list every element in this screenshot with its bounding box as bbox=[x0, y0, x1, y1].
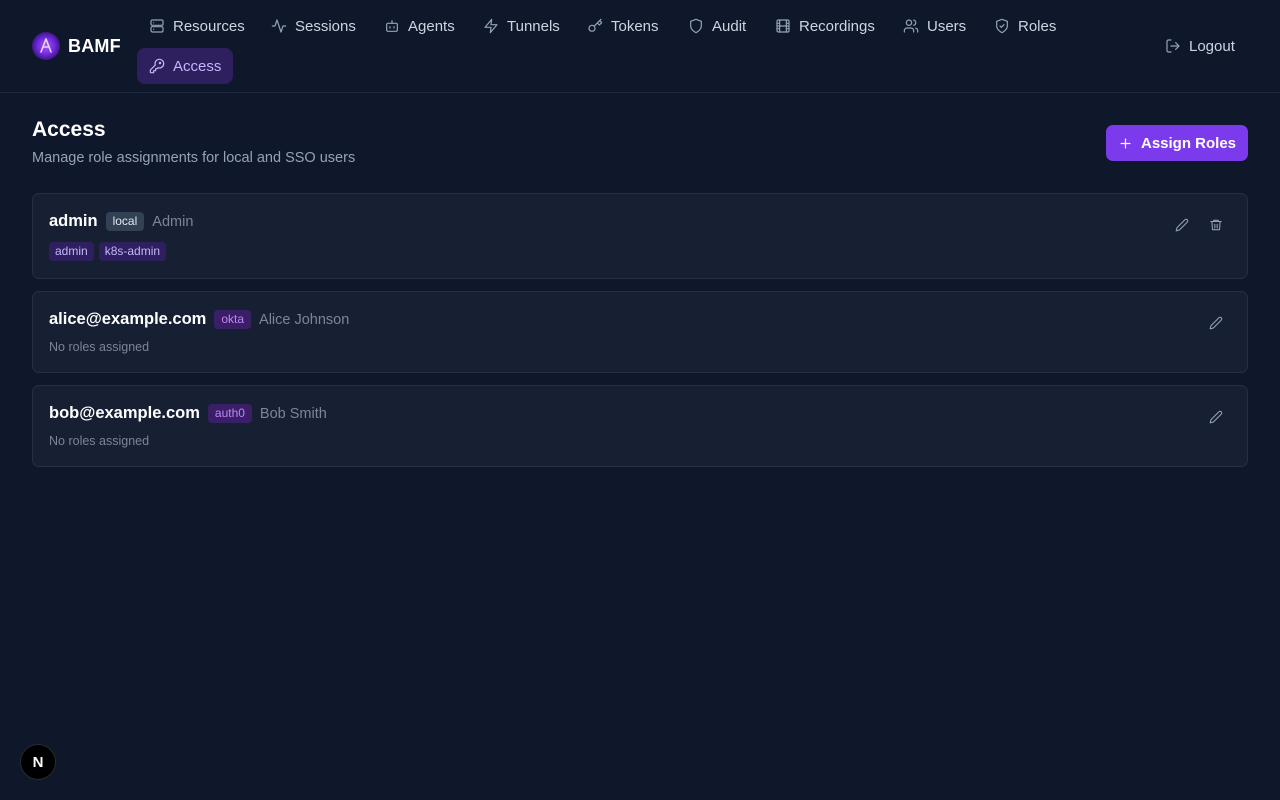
activity-icon bbox=[271, 19, 287, 33]
display-name: Admin bbox=[152, 213, 194, 230]
logout-icon bbox=[1166, 39, 1180, 53]
pencil-icon bbox=[1209, 316, 1223, 330]
brand-name: BAMF bbox=[68, 35, 121, 56]
nav-label: Tunnels bbox=[507, 17, 560, 35]
nav-item-recordings[interactable]: Recordings bbox=[763, 8, 887, 44]
user-card-bob: bob@example.com auth0 Bob Smith No roles… bbox=[32, 385, 1248, 467]
assign-roles-label: Assign Roles bbox=[1140, 134, 1237, 152]
zap-icon bbox=[484, 18, 498, 34]
nav-item-roles[interactable]: Roles bbox=[982, 8, 1068, 44]
nextjs-dev-badge[interactable]: N bbox=[20, 744, 56, 780]
pencil-icon bbox=[1209, 410, 1223, 424]
key-round-icon bbox=[149, 58, 165, 74]
user-name: admin bbox=[49, 212, 98, 230]
no-roles-text: No roles assigned bbox=[49, 434, 150, 448]
bamf-logo-icon bbox=[32, 32, 60, 60]
user-card-admin: admin local Admin admin k8s-admin bbox=[32, 193, 1248, 279]
shield-icon bbox=[690, 18, 702, 34]
nav-label: Sessions bbox=[295, 17, 356, 35]
users-icon bbox=[903, 19, 919, 33]
provider-badge: auth0 bbox=[207, 404, 252, 423]
nav-label: Roles bbox=[1018, 17, 1057, 35]
nav-label: Users bbox=[927, 17, 967, 35]
nav-item-sessions[interactable]: Sessions bbox=[259, 8, 368, 44]
edit-button[interactable] bbox=[1205, 312, 1227, 334]
edit-button[interactable] bbox=[1205, 406, 1227, 428]
delete-button[interactable] bbox=[1205, 214, 1227, 236]
nav-label: Resources bbox=[173, 17, 245, 35]
no-roles-text: No roles assigned bbox=[49, 340, 150, 354]
nav-item-users[interactable]: Users bbox=[891, 8, 978, 44]
nav-label: Access bbox=[173, 57, 222, 75]
nav-label: Tokens bbox=[611, 17, 659, 35]
role-list: admin k8s-admin bbox=[49, 242, 167, 261]
nav-item-tokens[interactable]: Tokens bbox=[575, 8, 671, 44]
user-name: alice@example.com bbox=[49, 310, 207, 328]
plus-icon bbox=[1120, 138, 1131, 148]
trash-icon bbox=[1210, 219, 1222, 231]
bot-icon bbox=[386, 20, 398, 32]
key-icon bbox=[588, 18, 603, 32]
nav-item-tunnels[interactable]: Tunnels bbox=[471, 8, 572, 44]
top-navigation-bar: BAMF Resources Sessions Agents Tunnels T… bbox=[0, 0, 1280, 93]
page-title: Access bbox=[32, 118, 106, 141]
edit-button[interactable] bbox=[1171, 214, 1193, 236]
provider-badge: local bbox=[105, 212, 145, 231]
server-icon bbox=[150, 19, 164, 33]
nav-label: Agents bbox=[408, 17, 455, 35]
role-chip: admin bbox=[49, 242, 94, 261]
role-chip: k8s-admin bbox=[98, 242, 167, 261]
logout-label: Logout bbox=[1189, 37, 1235, 55]
nav-label: Audit bbox=[712, 17, 747, 35]
display-name: Bob Smith bbox=[259, 405, 327, 422]
nav-item-agents[interactable]: Agents bbox=[372, 8, 467, 44]
provider-badge: okta bbox=[214, 310, 252, 329]
nav-label: Recordings bbox=[799, 17, 875, 35]
brand[interactable]: BAMF bbox=[32, 32, 121, 60]
nav-item-resources[interactable]: Resources bbox=[137, 8, 257, 44]
shield-check-icon bbox=[996, 18, 1008, 34]
badge-label: N bbox=[32, 753, 44, 771]
film-icon bbox=[776, 19, 790, 33]
page-subtitle: Manage role assignments for local and SS… bbox=[32, 150, 356, 166]
assign-roles-button[interactable]: Assign Roles bbox=[1106, 125, 1248, 161]
nav-item-access[interactable]: Access bbox=[137, 48, 234, 84]
pencil-icon bbox=[1175, 218, 1189, 232]
nav-item-audit[interactable]: Audit bbox=[676, 8, 758, 44]
logout-button[interactable]: Logout bbox=[1153, 28, 1247, 64]
user-card-alice: alice@example.com okta Alice Johnson No … bbox=[32, 291, 1248, 373]
display-name: Alice Johnson bbox=[259, 311, 350, 328]
user-name: bob@example.com bbox=[49, 404, 200, 422]
